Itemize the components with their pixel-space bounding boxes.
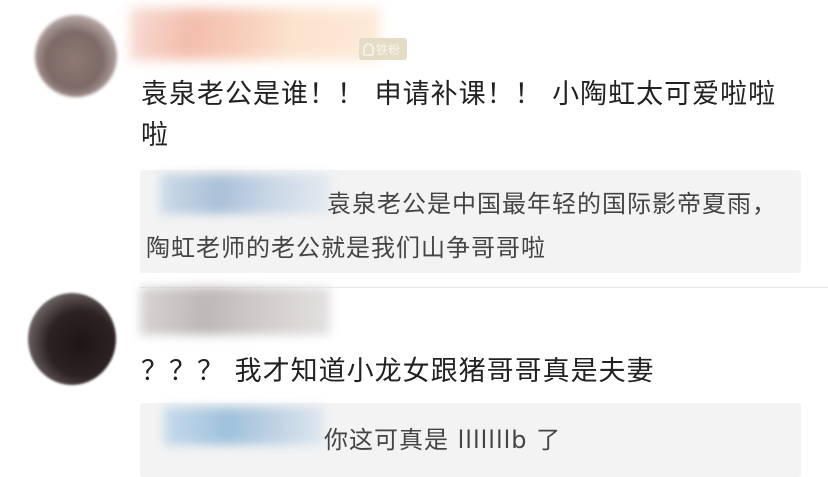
reply-text: 袁泉老公是中国最年轻的国际影帝夏雨，陶虹老师的老公就是我们山争哥哥啦	[146, 190, 777, 262]
reply-username-blurred[interactable]	[164, 407, 324, 445]
comment-text: 袁泉老公是谁！！ 申请补课！！ 小陶虹太可爱啦啦啦	[141, 79, 777, 151]
avatar[interactable]	[35, 15, 117, 97]
reply-text: 你这可真是 lllllllb 了	[324, 426, 562, 454]
fan-badge-label: 铁粉	[376, 42, 401, 57]
fan-badge: 铁粉	[359, 38, 407, 60]
avatar[interactable]	[28, 293, 116, 385]
comment-thread: 铁粉 袁泉老公是谁！！ 申请补课！！ 小陶虹太可爱啦啦啦 袁泉老公是中国最年轻的…	[0, 0, 828, 477]
username-blurred[interactable]	[130, 8, 380, 60]
username-blurred[interactable]	[140, 287, 330, 335]
reply-box[interactable]: 你这可真是 lllllllb 了	[140, 403, 801, 477]
comment-text: ？？？ 我才知道小龙女跟猪哥哥真是夫妻	[141, 356, 655, 387]
reply-box[interactable]: 袁泉老公是中国最年轻的国际影帝夏雨，陶虹老师的老公就是我们山争哥哥啦	[140, 170, 801, 273]
fan-badge-icon	[363, 42, 374, 56]
